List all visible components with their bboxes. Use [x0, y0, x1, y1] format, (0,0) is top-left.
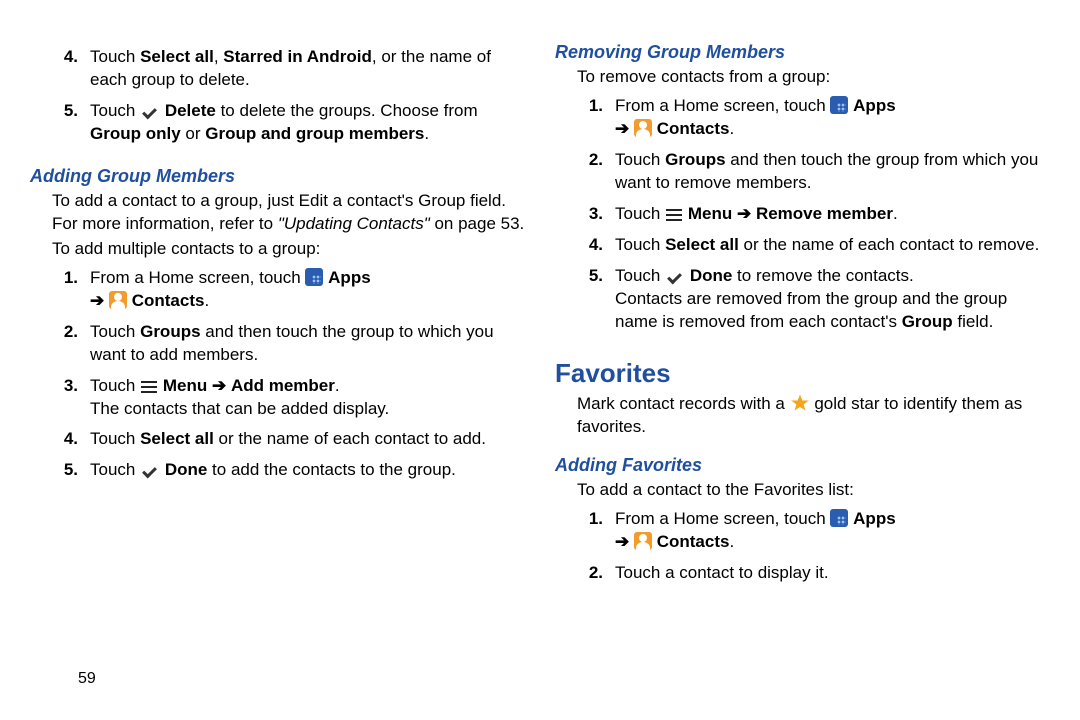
substep: The contacts that can be added display. [90, 398, 525, 421]
heading-adding-favorites: Adding Favorites [555, 453, 1050, 477]
list-item: 1. From a Home screen, touch Apps ➔ Cont… [555, 91, 1050, 145]
substep: Contacts are removed from the group and … [615, 288, 1050, 334]
list-item: 2. Touch a contact to display it. [555, 558, 1050, 589]
para: To add a contact to the Favorites list: [577, 479, 1050, 502]
check-icon [140, 105, 160, 119]
list-item: 2. Touch Groups and then touch the group… [30, 317, 525, 371]
list-item: 4. Touch Select all, Starred in Android,… [30, 42, 525, 96]
para: Mark contact records with a gold star to… [577, 393, 1050, 439]
heading-adding-group-members: Adding Group Members [30, 164, 525, 188]
menu-icon [665, 208, 683, 222]
contacts-icon [634, 532, 652, 550]
list-item: 5. Touch Done to remove the contacts. Co… [555, 261, 1050, 338]
apps-grid-icon [830, 96, 848, 114]
list-item: 5. Touch Delete to delete the groups. Ch… [30, 96, 525, 150]
apps-grid-icon [830, 509, 848, 527]
contacts-icon [109, 291, 127, 309]
delete-groups-steps-continued: 4. Touch Select all, Starred in Android,… [30, 42, 525, 150]
list-item: 4. Touch Select all or the name of each … [30, 424, 525, 455]
list-item: 5. Touch Done to add the contacts to the… [30, 455, 525, 486]
list-item: 2. Touch Groups and then touch the group… [555, 145, 1050, 199]
check-icon [665, 270, 685, 284]
menu-icon [140, 380, 158, 394]
list-item: 1. From a Home screen, touch Apps ➔ Cont… [30, 263, 525, 317]
add-members-steps: 1. From a Home screen, touch Apps ➔ Cont… [30, 263, 525, 487]
heading-removing-group-members: Removing Group Members [555, 40, 1050, 64]
heading-favorites: Favorites [555, 356, 1050, 391]
list-item: 3. Touch Menu ➔ Add member. The contacts… [30, 371, 525, 425]
list-item: 3. Touch Menu ➔ Remove member. [555, 199, 1050, 230]
apps-grid-icon [305, 268, 323, 286]
check-icon [140, 464, 160, 478]
right-column: Removing Group Members To remove contact… [555, 40, 1050, 589]
para: To remove contacts from a group: [577, 66, 1050, 89]
contacts-icon [634, 119, 652, 137]
para: To add a contact to a group, just Edit a… [52, 190, 525, 236]
manual-page: 4. Touch Select all, Starred in Android,… [0, 0, 1080, 589]
para: To add multiple contacts to a group: [52, 238, 525, 261]
list-item: 1. From a Home screen, touch Apps ➔ Cont… [555, 504, 1050, 558]
list-item: 4. Touch Select all or the name of each … [555, 230, 1050, 261]
remove-members-steps: 1. From a Home screen, touch Apps ➔ Cont… [555, 91, 1050, 337]
left-column: 4. Touch Select all, Starred in Android,… [30, 40, 525, 589]
page-number: 59 [78, 668, 96, 690]
gold-star-icon [790, 393, 810, 413]
add-favorites-steps: 1. From a Home screen, touch Apps ➔ Cont… [555, 504, 1050, 589]
